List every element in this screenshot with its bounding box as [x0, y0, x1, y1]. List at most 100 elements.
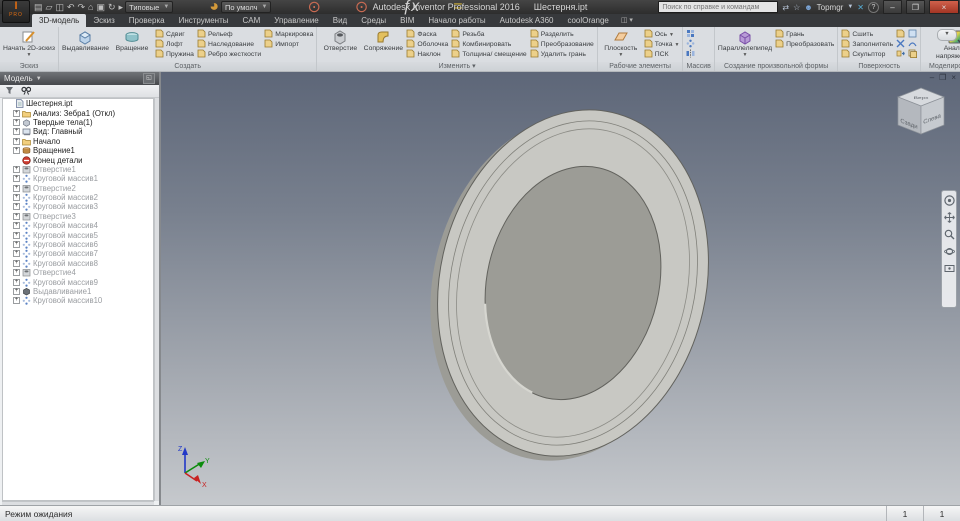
tab-Проверка[interactable]: Проверка [122, 14, 172, 27]
ribbon-small-button[interactable] [896, 50, 905, 59]
ribbon-small-button-Точка[interactable]: Точка▼ [644, 40, 680, 49]
update-icon[interactable]: ↻ [108, 0, 116, 14]
tree-expand-icon[interactable]: + [13, 279, 20, 286]
ribbon-small-button-Оболочка[interactable]: Оболочка [406, 40, 448, 49]
ribbon-group-label[interactable]: Поверхность [838, 62, 920, 71]
ribbon-small-button[interactable] [896, 30, 905, 39]
minimize-button[interactable]: – [883, 0, 902, 14]
undo-icon[interactable]: ↶ [67, 0, 75, 14]
tree-expand-icon[interactable]: + [13, 241, 20, 248]
tree-expand-icon[interactable]: + [13, 175, 20, 182]
tab-3D-модель[interactable]: 3D-модель [32, 14, 86, 27]
ribbon-small-button-Маркировка[interactable]: Маркировка [264, 30, 313, 39]
tree-item[interactable]: +Вращение1 [3, 146, 153, 155]
ribbon-small-button-ПСК[interactable]: ПСК [644, 50, 680, 59]
tree-expand-icon[interactable]: + [13, 260, 20, 267]
tab-Эскиз[interactable]: Эскиз [86, 14, 121, 27]
ribbon-button-Вращение[interactable]: Вращение [112, 28, 152, 53]
tree-item[interactable]: +Круговой массив1 [3, 174, 153, 183]
ribbon-group-label[interactable]: Моделирование [921, 62, 960, 71]
ribbon-button-Начать 2D-эскиз[interactable]: Начать 2D-эскиз▼ [3, 28, 55, 57]
ribbon-group-label[interactable]: Изменить ▾ [317, 62, 596, 71]
ribbon-small-button[interactable] [896, 40, 905, 49]
redo-icon[interactable]: ↷ [78, 0, 86, 14]
ribbon-small-button-Рельеф[interactable]: Рельеф [197, 30, 261, 39]
new-document-icon[interactable]: ▤ [34, 0, 43, 14]
tree-expand-icon[interactable]: + [13, 147, 20, 154]
browser-expand-icon[interactable]: ◱ [143, 73, 155, 84]
tree-item[interactable]: +Отверстие2 [3, 184, 153, 193]
tree-item[interactable]: +Отверстие3 [3, 212, 153, 221]
ribbon-options-button[interactable]: ▼ [937, 29, 957, 41]
ribbon-small-button-Разделить[interactable]: Разделить [530, 30, 594, 39]
ribbon-small-button-Грань[interactable]: Грань [775, 30, 834, 39]
tree-expand-icon[interactable]: + [13, 250, 20, 257]
tree-expand-icon[interactable]: + [13, 194, 20, 201]
tree-expand-icon[interactable]: + [13, 110, 20, 117]
tree-item[interactable]: +Твердые тела(1) [3, 118, 153, 127]
ribbon-small-button-Наследование[interactable]: Наследование [197, 40, 261, 49]
ribbon-group-label[interactable]: Рабочие элементы [598, 62, 683, 71]
ribbon-small-button-Ось[interactable]: Ось▼ [644, 30, 680, 39]
doc-close-button[interactable]: × [951, 73, 956, 82]
ribbon-button-Отверстие[interactable]: Отверстие [320, 28, 360, 53]
exchange-apps-icon[interactable]: ✕ [857, 3, 864, 12]
tree-expand-icon[interactable]: + [13, 232, 20, 239]
user-icon[interactable]: ☻ [804, 3, 812, 12]
ribbon-small-button-Наклон[interactable]: Наклон [406, 50, 448, 59]
ribbon-group-label[interactable]: Эскиз [0, 62, 58, 71]
tab-overflow-icon[interactable]: ◫ ▾ [616, 14, 638, 27]
ribbon-small-button-Толщина/ смещение[interactable]: Толщина/ смещение [451, 50, 526, 59]
ribbon-small-button[interactable] [908, 30, 917, 39]
doc-restore-button[interactable]: ❐ [939, 73, 946, 82]
ribbon-small-button-Импорт[interactable]: Импорт [264, 40, 313, 49]
tree-expand-icon[interactable]: + [13, 297, 20, 304]
chevron-down-icon[interactable]: ▼ [847, 4, 853, 10]
tree-item[interactable]: Конец детали [3, 155, 153, 164]
ribbon-group-label[interactable]: Создание произвольной формы [715, 62, 837, 71]
ribbon-button-Параллелепипед[interactable]: Параллелепипед▼ [718, 28, 772, 57]
tab-Autodesk A360[interactable]: Autodesk A360 [493, 14, 561, 27]
tree-item[interactable]: +Круговой массив6 [3, 240, 153, 249]
tree-item[interactable]: +Анализ: Зебра1 (Откл) [3, 108, 153, 117]
tree-expand-icon[interactable]: + [13, 166, 20, 173]
tree-item[interactable]: +Круговой массив7 [3, 249, 153, 258]
tree-expand-icon[interactable]: + [13, 269, 20, 276]
tree-item[interactable]: +Круговой массив8 [3, 259, 153, 268]
tree-item[interactable]: +Круговой массив2 [3, 193, 153, 202]
ribbon-small-button-Сдвиг[interactable]: Сдвиг [155, 30, 194, 39]
ribbon-small-button[interactable] [686, 50, 695, 59]
ribbon-small-button[interactable] [908, 50, 917, 59]
tree-item[interactable]: +Отверстие1 [3, 165, 153, 174]
ribbon-small-button-Преобразовать[interactable]: Преобразовать [775, 40, 834, 49]
part-model-gear-ring[interactable] [161, 72, 960, 506]
tree-item[interactable]: +Круговой массив4 [3, 221, 153, 230]
ribbon-small-button-Скульптор[interactable]: Скульптор [841, 50, 893, 59]
ribbon-small-button[interactable] [686, 40, 695, 49]
appearance-dropdown[interactable]: По умолч ▼ [221, 1, 272, 13]
tab-CAM[interactable]: CAM [235, 14, 267, 27]
ribbon-small-button-Заполнитель[interactable]: Заполнитель [841, 40, 893, 49]
ribbon-small-button-Удалить грань[interactable]: Удалить грань [530, 50, 594, 59]
tree-expand-icon[interactable]: + [13, 138, 20, 145]
save-icon[interactable]: ◫ [55, 0, 64, 14]
tree-expand-icon[interactable]: + [13, 222, 20, 229]
restore-button[interactable]: ❐ [906, 0, 925, 14]
browser-vertical-scrollbar[interactable] [154, 98, 159, 501]
ribbon-small-button-Фаска[interactable]: Фаска [406, 30, 448, 39]
help-search-input[interactable] [658, 1, 778, 13]
help-icon[interactable]: ? [868, 2, 879, 13]
doc-minimize-button[interactable]: – [930, 73, 934, 82]
signed-in-user[interactable]: Topmgr [817, 3, 844, 12]
select-icon[interactable]: ▸ [119, 0, 124, 14]
ribbon-small-button-Сшить[interactable]: Сшить [841, 30, 893, 39]
tree-item[interactable]: +Круговой массив10 [3, 296, 153, 305]
ribbon-small-button-Лофт[interactable]: Лофт [155, 40, 194, 49]
favorites-star-icon[interactable]: ☆ [793, 3, 800, 12]
ribbon-small-button-Преобразование[interactable]: Преобразование [530, 40, 594, 49]
tree-item[interactable]: +Выдавливание1 [3, 287, 153, 296]
zoom-icon[interactable] [944, 229, 955, 240]
inventor-logo-icon[interactable]: I PRO [2, 0, 30, 23]
graphics-viewport[interactable]: – ❐ × Верх Сзади Слева [161, 72, 960, 506]
ribbon-small-button-Резьба[interactable]: Резьба [451, 30, 526, 39]
